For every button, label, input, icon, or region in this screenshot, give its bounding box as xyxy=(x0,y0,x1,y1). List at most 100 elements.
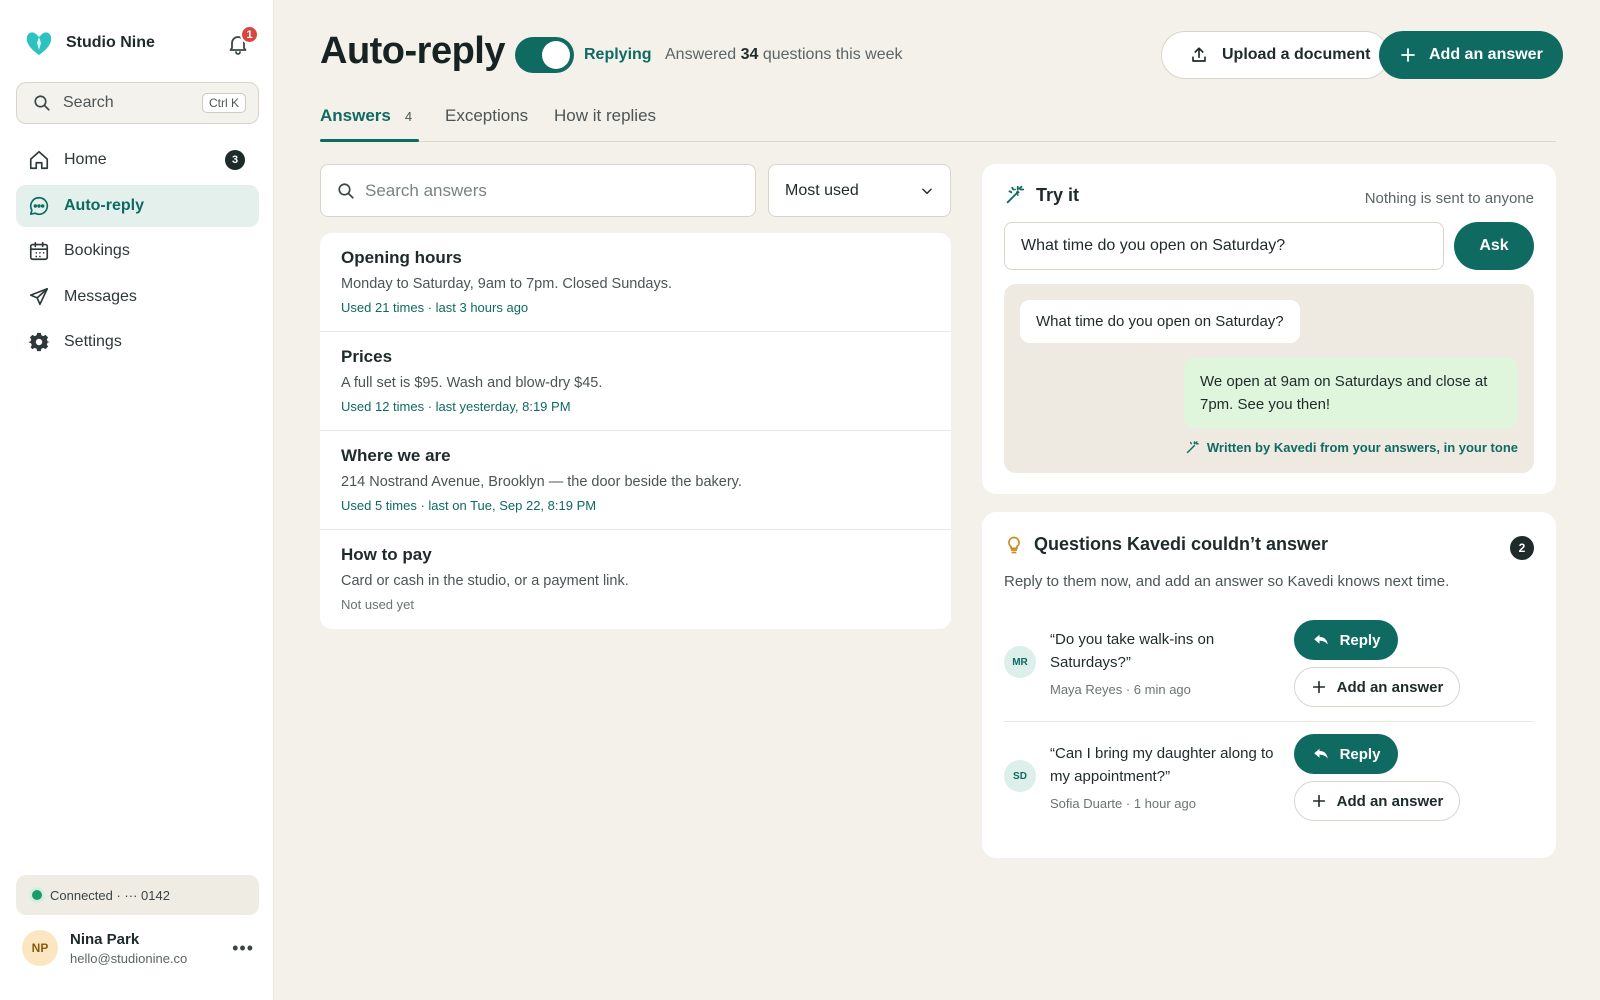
sidebar-item-label: Bookings xyxy=(64,242,130,259)
answer-item[interactable]: Opening hours Monday to Saturday, 9am to… xyxy=(320,233,951,332)
reply-arrow-icon xyxy=(1312,745,1330,763)
sidebar-item-home[interactable]: Home 3 xyxy=(16,139,259,181)
calendar-icon xyxy=(28,240,50,262)
user-profile[interactable]: NP Nina Park hello@studionine.co ••• xyxy=(22,930,254,966)
try-it-card: Try it Nothing is sent to anyone What ti… xyxy=(982,164,1556,494)
answers-search[interactable] xyxy=(320,164,756,217)
sort-value: Most used xyxy=(785,181,859,199)
questions-subtitle: Reply to them now, and add an answer so … xyxy=(1004,573,1450,590)
reply-arrow-icon xyxy=(1312,631,1330,649)
search-answers-input[interactable] xyxy=(365,180,745,201)
answer-body: A full set is $95. Wash and blow-dry $45… xyxy=(341,375,603,391)
sidebar-item-settings[interactable]: Settings xyxy=(16,321,259,363)
answer-usage: Not used yet xyxy=(341,597,414,612)
toggle-label: Replying xyxy=(584,46,652,63)
sidebar-item-auto-reply[interactable]: Auto-reply xyxy=(16,184,259,227)
sidebar-item-label: Home xyxy=(64,151,107,168)
sort-select[interactable]: Most used xyxy=(768,164,951,217)
sidebar-item-bookings[interactable]: Bookings xyxy=(16,230,259,272)
magic-wand-icon xyxy=(1185,440,1200,455)
answer-item[interactable]: Prices A full set is $95. Wash and blow-… xyxy=(320,332,951,431)
answer-item[interactable]: Where we are 214 Nostrand Avenue, Brookl… xyxy=(320,431,951,530)
magic-wand-icon xyxy=(1004,184,1026,206)
tab-answers[interactable]: Answers 4 xyxy=(320,106,412,126)
answer-body: Card or cash in the studio, or a payment… xyxy=(341,573,629,589)
home-icon xyxy=(28,149,50,171)
replying-toggle[interactable] xyxy=(515,37,574,73)
tab-bar: Answers 4 Exceptions How it replies xyxy=(320,104,1556,142)
try-question-input[interactable]: What time do you open on Saturday? xyxy=(1004,222,1444,270)
answer-title: Where we are xyxy=(341,446,451,465)
question-text: “Do you take walk-ins on Saturdays?” xyxy=(1050,631,1215,671)
plus-icon xyxy=(1311,679,1327,695)
questions-heading: Questions Kavedi couldn’t answer xyxy=(1004,534,1328,555)
search-icon xyxy=(33,94,51,112)
brand[interactable]: Studio Nine xyxy=(24,28,155,58)
brand-name: Studio Nine xyxy=(66,34,155,51)
question-text: “Can I bring my daughter along to my app… xyxy=(1050,745,1274,785)
user-email: hello@studionine.co xyxy=(70,950,188,966)
search-icon xyxy=(337,182,355,200)
toggle-knob xyxy=(542,41,570,69)
upload-document-button[interactable]: Upload a document xyxy=(1161,31,1390,79)
answer-title: Prices xyxy=(341,347,393,366)
questions-count-badge: 2 xyxy=(1510,536,1534,560)
plus-icon xyxy=(1399,46,1417,64)
answer-usage: Used 12 times · last yesterday, 8:19 PM xyxy=(341,399,571,414)
answers-list: Opening hours Monday to Saturday, 9am to… xyxy=(320,233,951,629)
lightbulb-icon xyxy=(1004,535,1024,555)
sidebar-item-label: Settings xyxy=(64,333,122,350)
avatar: MR xyxy=(1004,646,1036,678)
active-tab-indicator xyxy=(320,139,419,142)
written-by-note: Written by Kavedi from your answers, in … xyxy=(1185,440,1518,455)
ask-button[interactable]: Ask xyxy=(1454,222,1534,270)
sidebar-search-placeholder: Search xyxy=(63,94,114,111)
tab-exceptions[interactable]: Exceptions xyxy=(445,106,528,126)
tab-count: 4 xyxy=(404,108,413,124)
page-title: Auto-reply xyxy=(320,30,506,72)
add-answer-button[interactable]: Add an answer xyxy=(1379,31,1563,79)
notification-badge: 1 xyxy=(240,25,259,44)
plus-icon xyxy=(1311,793,1327,809)
tab-how-it-replies[interactable]: How it replies xyxy=(554,106,656,126)
avatar: SD xyxy=(1004,760,1036,792)
more-options-icon[interactable]: ••• xyxy=(232,938,254,959)
answer-usage: Used 21 times · last 3 hours ago xyxy=(341,300,529,315)
sidebar-search[interactable]: Search Ctrl K xyxy=(16,82,259,124)
unanswered-questions-card: Questions Kavedi couldn’t answer 2 Reply… xyxy=(982,512,1556,858)
answer-item[interactable]: How to pay Card or cash in the studio, o… xyxy=(320,530,951,629)
avatar: NP xyxy=(22,930,58,966)
sidebar: Studio Nine 1 Search Ctrl K Home 3 Auto-… xyxy=(0,0,274,1000)
chat-bubble-icon xyxy=(28,195,50,217)
paper-plane-icon xyxy=(28,286,50,308)
upload-icon xyxy=(1190,46,1208,64)
reply-button[interactable]: Reply xyxy=(1294,734,1398,774)
customer-message: What time do you open on Saturday? xyxy=(1020,300,1300,343)
answer-body: Monday to Saturday, 9am to 7pm. Closed S… xyxy=(341,276,672,292)
answered-summary: Answered 34 questions this week xyxy=(665,46,903,63)
answer-title: Opening hours xyxy=(341,248,462,267)
question-meta: Sofia Duarte · 1 hour ago xyxy=(1050,796,1196,811)
sidebar-item-label: Messages xyxy=(64,287,137,305)
search-shortcut: Ctrl K xyxy=(202,93,246,113)
user-name: Nina Park xyxy=(70,930,140,948)
answer-body: 214 Nostrand Avenue, Brooklyn — the door… xyxy=(341,474,742,490)
sidebar-nav: Home 3 Auto-reply Bookings Messages Sett… xyxy=(16,139,259,367)
gear-icon xyxy=(28,331,50,353)
brand-logo-icon xyxy=(24,28,54,58)
connection-label: Connected · ··· 0142 xyxy=(50,887,170,903)
reply-button[interactable]: Reply xyxy=(1294,620,1398,660)
answered-count: 34 xyxy=(740,46,759,63)
status-dot-icon xyxy=(32,890,42,900)
auto-reply-message: We open at 9am on Saturdays and close at… xyxy=(1184,358,1518,428)
answer-usage: Used 5 times · last on Tue, Sep 22, 8:19… xyxy=(341,498,597,513)
question-meta: Maya Reyes · 6 min ago xyxy=(1050,682,1191,697)
add-answer-button[interactable]: Add an answer xyxy=(1294,667,1460,707)
sidebar-item-label: Auto-reply xyxy=(64,196,144,214)
home-badge: 3 xyxy=(225,150,245,170)
add-answer-button[interactable]: Add an answer xyxy=(1294,781,1460,821)
connection-status: Connected · ··· 0142 xyxy=(16,875,259,915)
sidebar-item-messages[interactable]: Messages xyxy=(16,276,259,318)
divider xyxy=(1004,721,1534,722)
answer-title: How to pay xyxy=(341,545,432,564)
